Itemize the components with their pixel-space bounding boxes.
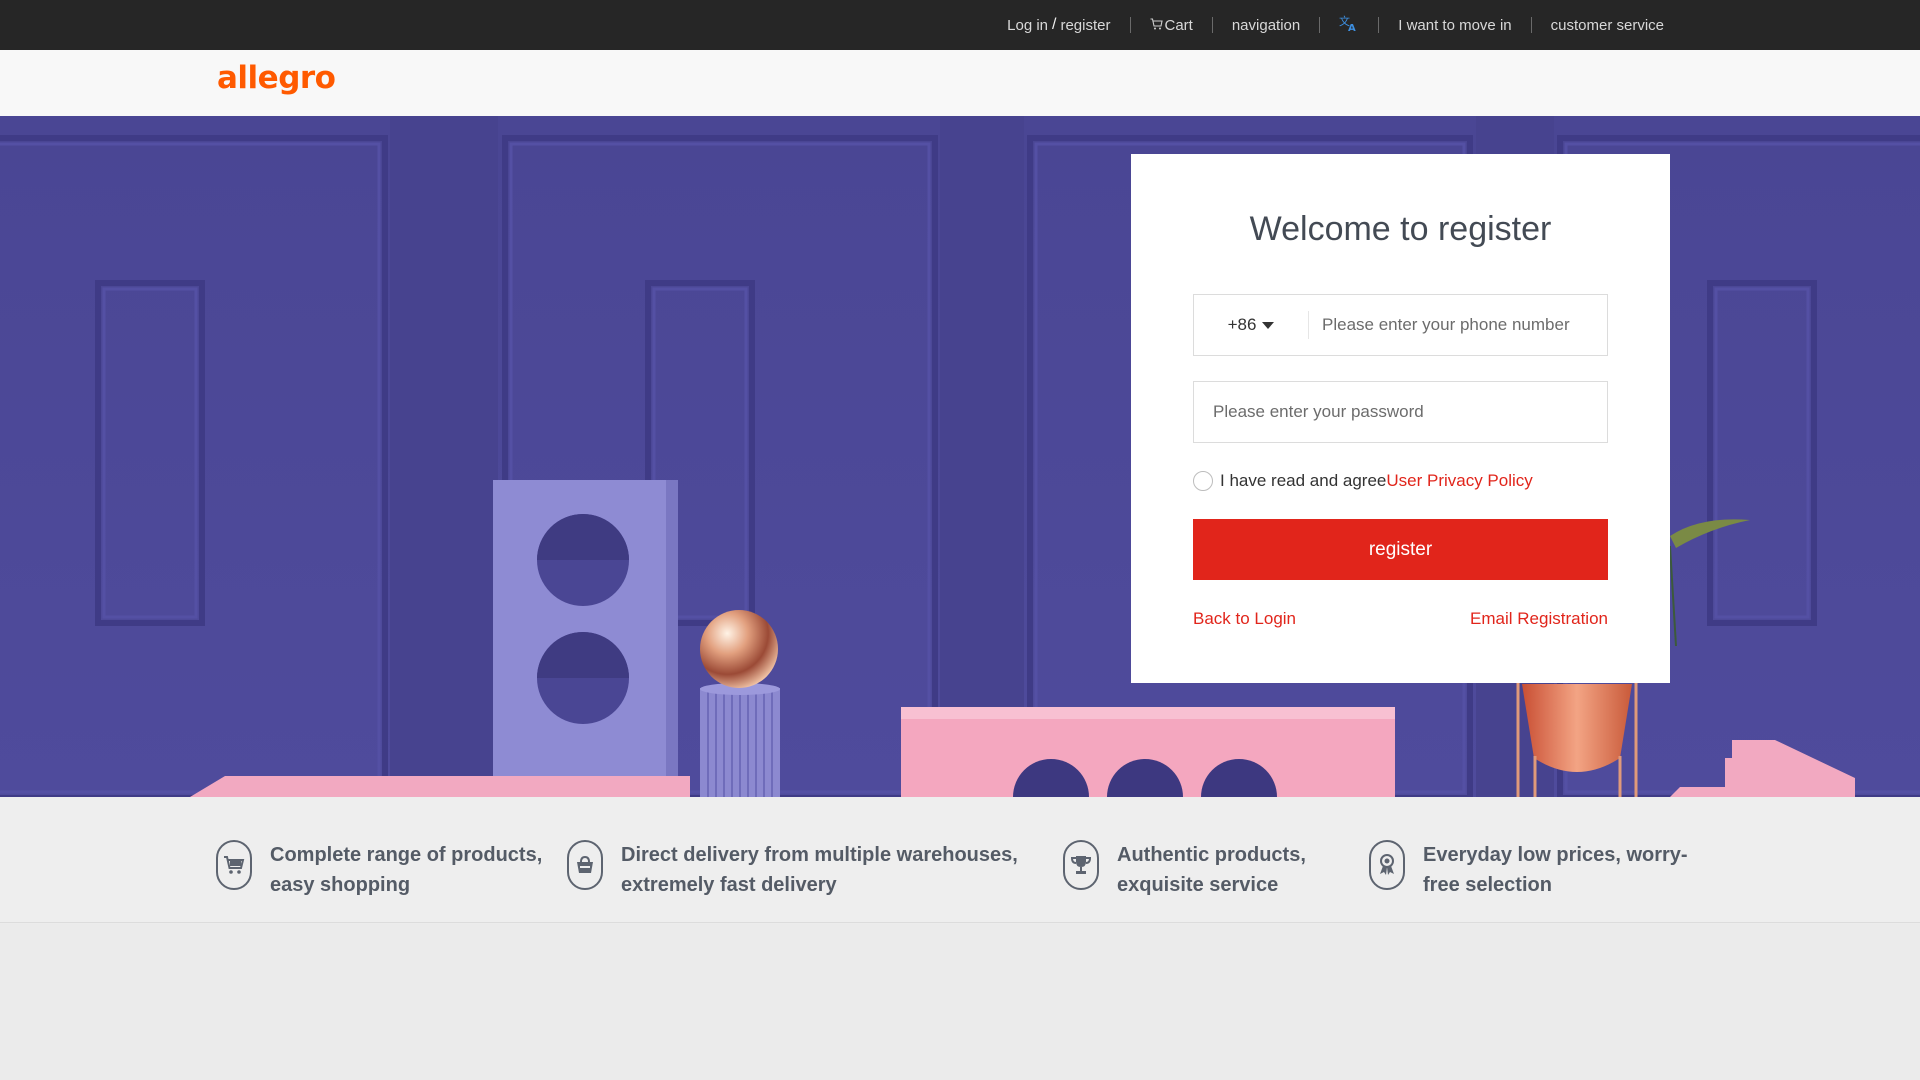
cart-label: Cart [1164, 16, 1193, 34]
navigation-label: navigation [1231, 16, 1301, 34]
field-divider [1308, 311, 1309, 339]
back-to-login-link[interactable]: Back to Login [1193, 609, 1296, 629]
caret-down-icon [1262, 322, 1275, 329]
top-bar: Log in / register Cart navigation 文 A I … [0, 0, 1920, 50]
feature-text: Direct delivery from multiple warehouses… [621, 844, 1018, 896]
phone-field: +86 [1193, 294, 1608, 356]
password-input[interactable] [1213, 382, 1593, 442]
register-title: Welcome to register [1249, 210, 1552, 248]
delivery-bag-icon [567, 840, 603, 890]
feature-item: Everyday low prices, worry-free selectio… [1369, 840, 1723, 900]
phone-input[interactable] [1322, 295, 1602, 355]
feature-item: Direct delivery from multiple warehouses… [567, 840, 1041, 900]
cart-icon [1150, 17, 1163, 34]
trophy-icon [1063, 840, 1099, 890]
customer-service-link[interactable]: customer service [1532, 17, 1683, 34]
privacy-policy-link[interactable]: User Privacy Policy [1386, 471, 1532, 491]
move-in-link[interactable]: I want to move in [1379, 17, 1530, 34]
register-button[interactable]: register [1193, 519, 1608, 580]
login-register-link[interactable]: Log in / register [988, 16, 1129, 34]
agreement-row: I have read and agree User Privacy Policy [1193, 470, 1533, 492]
feature-item: Complete range of products, easy shoppin… [216, 840, 560, 900]
allegro-logo[interactable]: allegro [217, 60, 336, 96]
navigation-link[interactable]: navigation [1213, 17, 1319, 34]
features-strip: Complete range of products, easy shoppin… [0, 797, 1920, 923]
move-in-label: I want to move in [1398, 16, 1512, 34]
country-code-value: +86 [1227, 315, 1257, 334]
feature-text: Authentic products, exquisite service [1117, 844, 1306, 896]
email-registration-link[interactable]: Email Registration [1470, 609, 1608, 629]
login-register-separator: / [1052, 16, 1057, 33]
top-nav: Log in / register Cart navigation 文 A I … [988, 0, 1683, 50]
feature-text: Complete range of products, easy shoppin… [270, 844, 543, 896]
site-header: allegro [0, 50, 1920, 116]
medal-icon [1369, 840, 1405, 890]
language-switch[interactable]: 文 A [1320, 14, 1378, 36]
translate-icon: 文 A [1339, 14, 1359, 36]
agree-text: I have read and agree [1220, 471, 1387, 490]
register-link[interactable]: register [1060, 17, 1110, 34]
cart-icon [216, 840, 252, 890]
country-code-select[interactable]: +86 [1194, 295, 1308, 355]
register-card: Welcome to register +86 I have read and … [1131, 154, 1670, 683]
page-footer-area [0, 924, 1920, 1080]
customer-service-label: customer service [1550, 16, 1664, 34]
feature-item: Authentic products, exquisite service [1063, 840, 1337, 900]
password-field [1193, 381, 1608, 443]
agree-radio[interactable] [1193, 471, 1213, 491]
feature-text: Everyday low prices, worry-free selectio… [1423, 844, 1688, 896]
cart-link[interactable]: Cart [1131, 17, 1212, 34]
svg-text:A: A [1348, 23, 1356, 32]
login-link[interactable]: Log in [1007, 17, 1048, 34]
